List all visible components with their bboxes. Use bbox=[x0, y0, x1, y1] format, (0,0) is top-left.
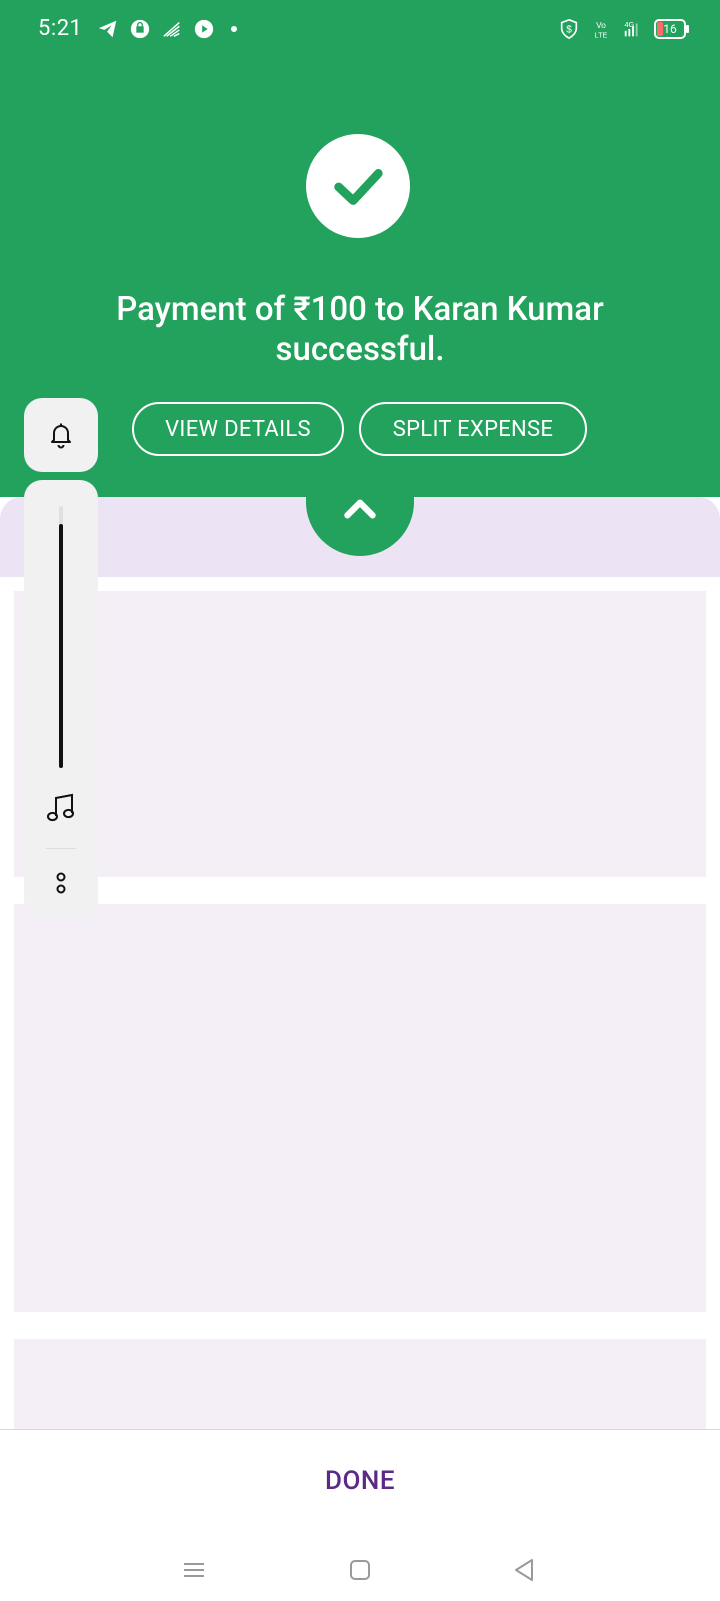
back-icon[interactable] bbox=[508, 1554, 540, 1586]
success-check-icon bbox=[306, 134, 410, 238]
volte-icon: Vo LTE bbox=[590, 18, 612, 40]
bag-icon bbox=[129, 18, 151, 40]
view-details-button[interactable]: VIEW DETAILS bbox=[132, 402, 344, 456]
battery-level: 16 bbox=[663, 22, 677, 36]
loading-card bbox=[14, 1339, 706, 1429]
status-icons-left bbox=[97, 18, 237, 40]
volume-slider-fill[interactable] bbox=[59, 524, 63, 768]
volume-divider bbox=[46, 848, 76, 849]
ringer-mode-button[interactable] bbox=[24, 398, 98, 472]
bottom-bar: DONE bbox=[0, 1429, 720, 1601]
svg-text:LTE: LTE bbox=[595, 30, 608, 39]
svg-text:$: $ bbox=[566, 25, 572, 36]
cast-icon bbox=[161, 18, 183, 40]
dot-icon bbox=[231, 26, 237, 32]
volume-panel bbox=[24, 480, 98, 918]
bell-icon bbox=[51, 423, 71, 449]
status-time: 5:21 bbox=[38, 16, 83, 41]
split-expense-button[interactable]: SPLIT EXPENSE bbox=[359, 402, 587, 456]
battery-icon: 16 bbox=[654, 19, 689, 39]
chevron-up-icon bbox=[344, 499, 376, 519]
play-icon bbox=[193, 18, 215, 40]
more-options-icon[interactable] bbox=[51, 868, 71, 898]
recent-apps-icon[interactable] bbox=[178, 1554, 210, 1586]
status-icons-right: $ Vo LTE 4G 16 bbox=[558, 18, 689, 40]
loading-card bbox=[14, 904, 706, 1312]
music-note-icon[interactable] bbox=[42, 788, 80, 826]
telegram-icon bbox=[97, 18, 119, 40]
success-message: Payment of ₹100 to Karan Kumar successfu… bbox=[116, 290, 604, 369]
done-button[interactable]: DONE bbox=[260, 1456, 460, 1506]
home-icon[interactable] bbox=[344, 1554, 376, 1586]
status-bar: 5:21 $ Vo LTE 4G 16 bbox=[0, 0, 720, 62]
navigation-bar bbox=[0, 1554, 720, 1594]
shield-dollar-icon: $ bbox=[558, 18, 580, 40]
svg-text:Vo: Vo bbox=[596, 21, 606, 30]
loading-card bbox=[14, 591, 706, 877]
signal-4g-icon: 4G bbox=[622, 18, 644, 40]
